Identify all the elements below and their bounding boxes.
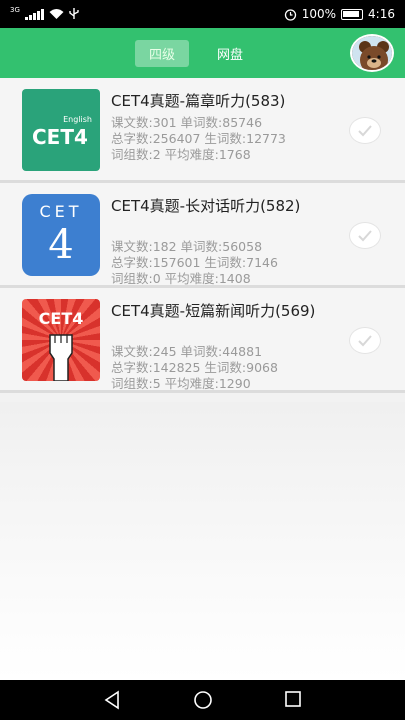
stat-line: 课文数:245 单词数:44881	[111, 344, 263, 359]
list-item[interactable]: CET4 CET4真题-短篇新闻听力(569) 课文数:245 单词数:4488…	[0, 288, 405, 393]
stat-line: 总字数:142825 生词数:9068	[111, 360, 278, 375]
stat-line: 词组数:2 平均难度:1768	[111, 147, 251, 162]
back-icon[interactable]	[103, 690, 121, 710]
tab-cet4[interactable]: 四级	[135, 40, 190, 67]
stat-line: 课文数:301 单词数:85746	[111, 115, 263, 130]
wifi-icon	[49, 8, 64, 19]
select-check-button[interactable]	[349, 222, 381, 249]
tab-netdisk[interactable]: 网盘	[203, 40, 257, 67]
cover-number: 4	[48, 222, 74, 268]
list-item[interactable]: CET 4 CET4真题-长对话听力(582) 课文数:182 单词数:5605…	[0, 183, 405, 288]
battery-percent: 100%	[301, 7, 337, 21]
network-type-label: 3G	[10, 5, 20, 14]
cover-text: CET	[39, 202, 83, 221]
empty-area	[0, 402, 405, 680]
item-stats: 课文数:301 单词数:85746 总字数:256407 生词数:12773 词…	[111, 115, 346, 163]
battery-icon	[341, 8, 364, 20]
cover-image: English CET4	[22, 89, 100, 171]
cover-image: CET 4	[22, 194, 100, 276]
app-header: 四级 网盘	[0, 28, 405, 78]
cover-text: CET4	[38, 309, 84, 328]
stat-line: 词组数:5 平均难度:1290	[111, 376, 251, 391]
status-bar: 3G 100% 4:16	[0, 0, 405, 28]
item-title: CET4真题-长对话听力(582)	[111, 197, 301, 215]
check-icon	[358, 334, 372, 346]
item-stats: 课文数:245 单词数:44881 总字数:142825 生词数:9068 词组…	[111, 344, 346, 392]
stat-line: 总字数:256407 生词数:12773	[111, 131, 286, 146]
item-title: CET4真题-篇章听力(583)	[111, 92, 286, 110]
cover-text: CET4	[32, 125, 88, 149]
check-icon	[358, 229, 372, 241]
recents-icon[interactable]	[284, 690, 302, 708]
raised-fist-icon	[49, 334, 73, 381]
cover-subtext: English	[63, 115, 92, 124]
home-icon[interactable]	[193, 690, 213, 710]
bear-avatar-icon	[352, 36, 392, 70]
stat-line: 总字数:157601 生词数:7146	[111, 255, 278, 270]
item-title: CET4真题-短篇新闻听力(569)	[111, 302, 316, 320]
alarm-icon	[284, 8, 296, 21]
stat-line: 词组数:0 平均难度:1408	[111, 271, 251, 286]
system-nav-bar	[0, 680, 405, 720]
clock: 4:16	[368, 7, 395, 21]
item-stats: 课文数:182 单词数:56058 总字数:157601 生词数:7146 词组…	[111, 239, 346, 287]
signal-icon	[24, 8, 44, 20]
stat-line: 课文数:182 单词数:56058	[111, 239, 263, 254]
avatar[interactable]	[350, 34, 394, 72]
check-icon	[358, 124, 372, 136]
list-item[interactable]: English CET4 CET4真题-篇章听力(583) 课文数:301 单词…	[0, 78, 405, 183]
course-list: English CET4 CET4真题-篇章听力(583) 课文数:301 单词…	[0, 78, 405, 393]
tab-bar: 四级 网盘	[135, 40, 257, 67]
usb-icon	[69, 8, 79, 19]
select-check-button[interactable]	[349, 117, 381, 144]
cover-image: CET4	[22, 299, 100, 381]
select-check-button[interactable]	[349, 327, 381, 354]
